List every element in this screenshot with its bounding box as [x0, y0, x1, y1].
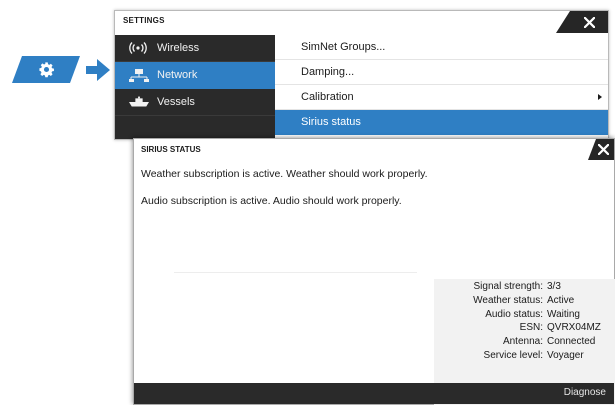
status-row-esn: ESN: QVRX04MZ: [434, 321, 615, 335]
status-value: Connected: [547, 336, 596, 348]
status-value: 3/3: [547, 281, 561, 292]
status-label: Antenna:: [502, 336, 543, 348]
option-label: Damping...: [301, 66, 355, 78]
option-label: Sirius status: [301, 116, 361, 128]
sidebar-item-label: Wireless: [157, 42, 200, 54]
settings-close-button[interactable]: [556, 11, 608, 33]
settings-window: SETTINGS Wireless Network Vessels SimNet…: [114, 10, 609, 140]
dialog-title: SIRIUS STATUS: [141, 145, 201, 154]
status-value: Waiting: [547, 308, 580, 320]
settings-gear-button[interactable]: [12, 56, 80, 83]
status-row-service-level: Service level: Voyager: [434, 349, 615, 363]
audio-subscription-message: Audio subscription is active. Audio shou…: [141, 195, 402, 207]
status-value: QVRX04MZ: [547, 322, 601, 334]
network-icon: [129, 68, 149, 82]
status-label: Service level:: [483, 349, 543, 361]
sidebar-item-label: Vessels: [157, 96, 195, 108]
status-row-weather-status: Weather status: Active: [434, 294, 615, 308]
status-row-audio-status: Audio status: Waiting: [434, 308, 615, 322]
diagnose-button[interactable]: Diagnose: [564, 387, 606, 398]
wireless-icon: [129, 42, 149, 54]
sidebar-item-network[interactable]: Network: [115, 62, 275, 89]
status-value: Active: [547, 294, 575, 306]
status-label: Weather status:: [473, 294, 543, 306]
weather-subscription-message: Weather subscription is active. Weather …: [141, 168, 428, 180]
chevron-right-icon: [598, 94, 602, 100]
option-calibration[interactable]: Calibration: [275, 85, 608, 110]
sidebar-item-vessels[interactable]: Vessels: [115, 89, 275, 116]
status-row-signal-strength: Signal strength: 3/3: [434, 280, 615, 294]
gear-icon: [38, 61, 55, 78]
divider: [174, 272, 417, 273]
option-sirius-status[interactable]: Sirius status: [275, 110, 608, 135]
arrow-right-icon: [86, 59, 110, 81]
settings-category-list: Wireless Network Vessels: [115, 35, 275, 139]
close-icon: [598, 144, 609, 155]
sidebar-item-label: Network: [157, 69, 198, 81]
option-damping[interactable]: Damping...: [275, 60, 608, 85]
dialog-close-button[interactable]: [588, 139, 614, 160]
option-label: SimNet Groups...: [301, 41, 386, 53]
dialog-footer: Diagnose: [134, 383, 614, 404]
settings-option-list: SimNet Groups... Damping... Calibration …: [275, 35, 608, 135]
status-label: Audio status:: [485, 308, 543, 320]
close-icon: [584, 16, 595, 28]
status-value: Voyager: [547, 349, 584, 361]
sidebar-item-wireless[interactable]: Wireless: [115, 35, 275, 62]
status-label: ESN:: [519, 322, 543, 334]
vessels-icon: [129, 96, 149, 108]
status-row-antenna: Antenna: Connected: [434, 335, 615, 349]
settings-title: SETTINGS: [123, 16, 165, 25]
option-simnet-groups[interactable]: SimNet Groups...: [275, 35, 608, 60]
status-label: Signal strength:: [473, 281, 544, 292]
sirius-status-dialog: SIRIUS STATUS Weather subscription is ac…: [133, 138, 615, 405]
option-label: Calibration: [301, 91, 354, 103]
